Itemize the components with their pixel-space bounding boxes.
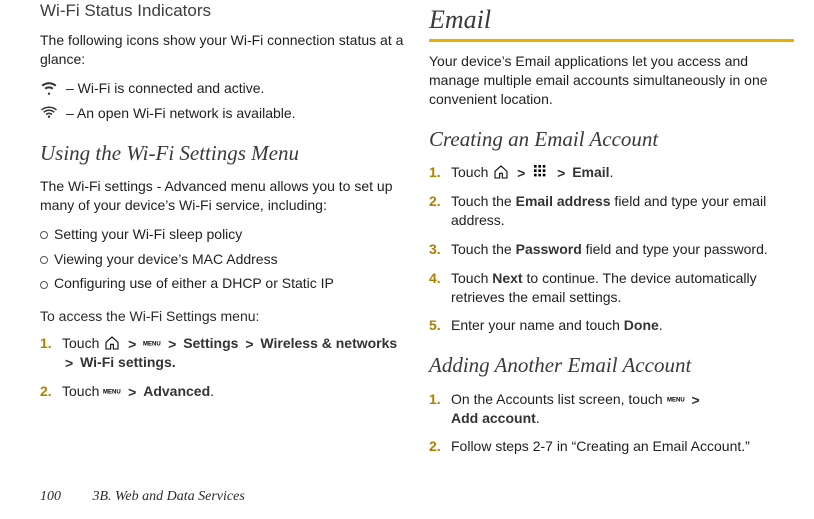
create-step-2: Touch the Email address field and type y… [429, 192, 794, 230]
wifi-status-intro: The following icons show your Wi-Fi conn… [40, 31, 405, 69]
c3-b: Password [516, 241, 582, 257]
svg-text:MENU: MENU [143, 342, 161, 348]
a1-b: Add account [451, 410, 536, 426]
email-intro: Your device’s Email applications let you… [429, 52, 794, 109]
c1-email: Email [572, 164, 609, 180]
chevron-icon: > [242, 335, 256, 354]
bullet-sleep-policy: Setting your Wi-Fi sleep policy [40, 225, 405, 244]
add-step-1: On the Accounts list screen, touch MENU … [429, 390, 794, 428]
create-step-4: Touch Next to continue. The device autom… [429, 269, 794, 307]
bullet-dhcp-static: Configuring use of either a DHCP or Stat… [40, 274, 405, 293]
step1-pre: Touch [62, 335, 103, 351]
wifi-connected-text: – Wi-Fi is connected and active. [66, 79, 264, 98]
c3-a: Touch the [451, 241, 516, 257]
wifi-settings-menu-heading: Using the Wi-Fi Settings Menu [40, 139, 405, 167]
wifi-step-1: Touch > MENU > Settings > Wireless & net… [40, 334, 405, 372]
chevron-icon: > [165, 335, 179, 354]
page-number: 100 [40, 489, 61, 504]
chevron-icon: > [125, 335, 139, 354]
wifi-open-text: – An open Wi-Fi network is available. [66, 104, 296, 123]
create-email-steps: Touch > > Email. [429, 163, 794, 335]
c1-post: . [610, 164, 614, 180]
a1-c: . [536, 410, 540, 426]
page-footer: 100 3B. Web and Data Services [40, 488, 245, 507]
creating-email-heading: Creating an Email Account [429, 125, 794, 153]
add-step-2: Follow steps 2-7 in “Creating an Email A… [429, 437, 794, 456]
svg-text:MENU: MENU [103, 390, 121, 396]
c3-c: field and type your password. [582, 241, 768, 257]
wifi-access-steps: Touch > MENU > Settings > Wireless & net… [40, 334, 405, 401]
adding-email-heading: Adding Another Email Account [429, 351, 794, 379]
apps-grid-icon [532, 164, 550, 180]
wifi-open-icon [40, 104, 58, 122]
bullet-mac-address: Viewing your device’s MAC Address [40, 250, 405, 269]
email-heading-rule [429, 39, 794, 42]
wifi-open-row: – An open Wi-Fi network is available. [40, 104, 405, 123]
step2-pre: Touch [62, 383, 103, 399]
c2-b: Email address [516, 193, 611, 209]
wifi-connected-row: – Wi-Fi is connected and active. [40, 79, 405, 98]
create-step-5: Enter your name and touch Done. [429, 316, 794, 335]
c2-a: Touch the [451, 193, 516, 209]
chevron-icon: > [125, 383, 139, 402]
email-heading: Email [429, 0, 794, 37]
right-column: Email Your device’s Email applications l… [429, 0, 794, 466]
c4-b: Next [492, 270, 522, 286]
chevron-icon: > [514, 164, 528, 183]
chevron-icon: > [688, 391, 702, 410]
home-icon [103, 335, 121, 351]
create-step-1: Touch > > Email. [429, 163, 794, 182]
svg-text:MENU: MENU [667, 397, 685, 403]
step2-advanced: Advanced [143, 383, 210, 399]
step1-wifi: Wi-Fi settings. [80, 354, 176, 370]
create-step-3: Touch the Password field and type your p… [429, 240, 794, 259]
left-column: Wi-Fi Status Indicators The following ic… [40, 0, 405, 466]
menu-icon: MENU [103, 383, 121, 399]
c4-a: Touch [451, 270, 492, 286]
c1-pre: Touch [451, 164, 492, 180]
menu-icon: MENU [143, 335, 161, 351]
chapter-title: 3B. Web and Data Services [93, 489, 245, 504]
chevron-icon: > [62, 354, 76, 373]
wifi-settings-bullets: Setting your Wi-Fi sleep policy Viewing … [40, 225, 405, 294]
menu-icon: MENU [667, 391, 685, 407]
home-icon [492, 164, 510, 180]
wifi-access-runin: To access the Wi-Fi Settings menu: [40, 307, 405, 326]
step2-post: . [210, 383, 214, 399]
c5-b: Done [624, 317, 659, 333]
wifi-settings-menu-intro: The Wi-Fi settings - Advanced menu allow… [40, 177, 405, 215]
a1-a: On the Accounts list screen, touch [451, 391, 667, 407]
c5-c: . [659, 317, 663, 333]
wifi-icon [40, 79, 58, 97]
step1-settings: Settings [183, 335, 238, 351]
step1-wireless: Wireless & networks [260, 335, 397, 351]
wifi-step-2: Touch MENU > Advanced. [40, 382, 405, 401]
add-email-steps: On the Accounts list screen, touch MENU … [429, 390, 794, 457]
c5-a: Enter your name and touch [451, 317, 624, 333]
chevron-icon: > [554, 164, 568, 183]
wifi-status-heading: Wi-Fi Status Indicators [40, 0, 405, 23]
